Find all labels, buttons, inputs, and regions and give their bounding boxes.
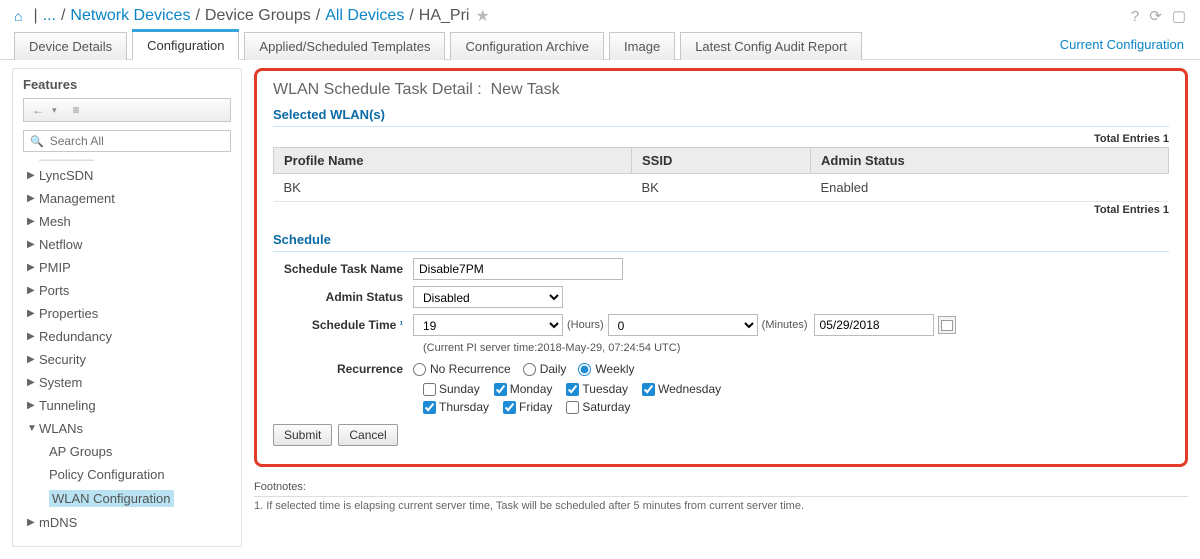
footnote-1: 1. If selected time is elapsing current … (254, 500, 1188, 512)
day-checkboxes: Sunday Monday Tuesday Wednesday Thursday… (423, 382, 783, 414)
date-input[interactable] (814, 314, 934, 336)
tree-item-system[interactable]: ▶System (25, 371, 231, 394)
admin-status-select[interactable]: Disabled (413, 286, 563, 308)
col-profile: Profile Name (274, 148, 632, 174)
selected-wlans-header: Selected WLAN(s) (273, 107, 1169, 127)
label-admin-status: Admin Status (273, 290, 413, 304)
cancel-button[interactable]: Cancel (338, 424, 397, 446)
footnotes: Footnotes: 1. If selected time is elapsi… (254, 481, 1188, 512)
tree-item-management[interactable]: ▶Management (25, 187, 231, 210)
back-icon[interactable]: ← (32, 103, 44, 117)
wlan-table: Profile Name SSID Admin Status BK BK Ena… (273, 147, 1169, 202)
col-admin: Admin Status (811, 148, 1169, 174)
tree-item-ap-groups[interactable]: AP Groups (25, 440, 231, 463)
help-icon[interactable]: ? (1131, 8, 1139, 25)
minute-select[interactable]: 0 (608, 314, 758, 336)
server-time-note: (Current PI server time:2018-May-29, 07:… (423, 342, 1169, 354)
label-recurrence: Recurrence (273, 362, 413, 376)
footnotes-header: Footnotes: (254, 481, 1188, 497)
col-ssid: SSID (632, 148, 811, 174)
tab-config-archive[interactable]: Configuration Archive (450, 32, 604, 60)
tab-device-details[interactable]: Device Details (14, 32, 127, 60)
breadcrumb-all-devices[interactable]: All Devices (325, 7, 404, 25)
cell-profile: BK (274, 174, 632, 202)
list-icon[interactable]: ≡ (73, 103, 80, 117)
home-icon[interactable]: ⌂ (14, 8, 22, 24)
tab-image[interactable]: Image (609, 32, 675, 60)
chk-tuesday[interactable]: Tuesday (566, 382, 628, 396)
breadcrumb-device-groups: Device Groups (205, 7, 311, 25)
tree-item-redundancy[interactable]: ▶Redundancy (25, 325, 231, 348)
tabs: Device Details Configuration Applied/Sch… (0, 30, 1200, 60)
tree-item-wlans[interactable]: ▼WLANs (25, 417, 231, 440)
refresh-icon[interactable]: ⟳ (1149, 7, 1162, 25)
radio-daily[interactable]: Daily (523, 362, 567, 376)
search-input[interactable] (50, 134, 224, 148)
breadcrumb-ellipsis[interactable]: ... (43, 7, 56, 25)
chk-monday[interactable]: Monday (494, 382, 553, 396)
panel-icon[interactable]: ▢ (1172, 7, 1186, 25)
chk-saturday[interactable]: Saturday (566, 400, 630, 414)
chk-sunday[interactable]: Sunday (423, 382, 480, 396)
current-configuration-link[interactable]: Current Configuration (1058, 31, 1186, 58)
total-entries-bottom: Total Entries 1 (273, 204, 1169, 216)
feature-tree: ————— ▶LyncSDN ▶Management ▶Mesh ▶Netflo… (23, 156, 231, 534)
hour-select[interactable]: 19 (413, 314, 563, 336)
table-row[interactable]: BK BK Enabled (274, 174, 1169, 202)
chk-friday[interactable]: Friday (503, 400, 552, 414)
cell-admin: Enabled (811, 174, 1169, 202)
breadcrumb: ⌂ | ... / Network Devices / Device Group… (0, 0, 1200, 30)
calendar-icon[interactable] (938, 316, 956, 334)
search-icon: 🔍 (30, 135, 44, 148)
tree-item-lyncsdn[interactable]: ▶LyncSDN (25, 164, 231, 187)
sidebar-title: Features (23, 77, 231, 92)
page-title: WLAN Schedule Task Detail : New Task (273, 81, 1169, 99)
task-name-input[interactable] (413, 258, 623, 280)
chk-wednesday[interactable]: Wednesday (642, 382, 721, 396)
features-sidebar: Features ← ▾ ≡ 🔍 ————— ▶LyncSDN ▶Managem… (12, 68, 242, 547)
schedule-form: Schedule Task Name Admin Status Disabled… (273, 258, 1169, 446)
tree-item-cut: ————— (25, 156, 231, 164)
total-entries-top: Total Entries 1 (273, 133, 1169, 145)
sidebar-toolbar[interactable]: ← ▾ ≡ (23, 98, 231, 122)
tab-applied-templates[interactable]: Applied/Scheduled Templates (244, 32, 445, 60)
tree-item-mdns[interactable]: ▶mDNS (25, 511, 231, 534)
tree-item-netflow[interactable]: ▶Netflow (25, 233, 231, 256)
label-schedule-time: Schedule Time ¹ (273, 318, 413, 332)
tree-item-mesh[interactable]: ▶Mesh (25, 210, 231, 233)
favorite-icon[interactable]: ★ (475, 6, 489, 26)
schedule-header: Schedule (273, 232, 1169, 252)
dropdown-icon[interactable]: ▾ (52, 105, 57, 116)
breadcrumb-current: HA_Pri (419, 7, 470, 25)
tab-audit-report[interactable]: Latest Config Audit Report (680, 32, 862, 60)
chk-thursday[interactable]: Thursday (423, 400, 489, 414)
tree-item-security[interactable]: ▶Security (25, 348, 231, 371)
tree-item-wlan-config[interactable]: WLAN Configuration (25, 486, 231, 511)
sidebar-search[interactable]: 🔍 (23, 130, 231, 152)
radio-no-recurrence[interactable]: No Recurrence (413, 362, 511, 376)
submit-button[interactable]: Submit (273, 424, 332, 446)
breadcrumb-sep: | (33, 7, 37, 25)
tree-item-tunneling[interactable]: ▶Tunneling (25, 394, 231, 417)
content-panel: WLAN Schedule Task Detail : New Task Sel… (254, 68, 1188, 467)
label-task-name: Schedule Task Name (273, 262, 413, 276)
minutes-label: (Minutes) (762, 319, 808, 331)
tree-item-policy-config[interactable]: Policy Configuration (25, 463, 231, 486)
radio-weekly[interactable]: Weekly (578, 362, 634, 376)
breadcrumb-network-devices[interactable]: Network Devices (70, 7, 190, 25)
hours-label: (Hours) (567, 319, 604, 331)
tree-item-ports[interactable]: ▶Ports (25, 279, 231, 302)
tab-configuration[interactable]: Configuration (132, 31, 239, 60)
cell-ssid: BK (632, 174, 811, 202)
tree-item-pmip[interactable]: ▶PMIP (25, 256, 231, 279)
tree-item-properties[interactable]: ▶Properties (25, 302, 231, 325)
